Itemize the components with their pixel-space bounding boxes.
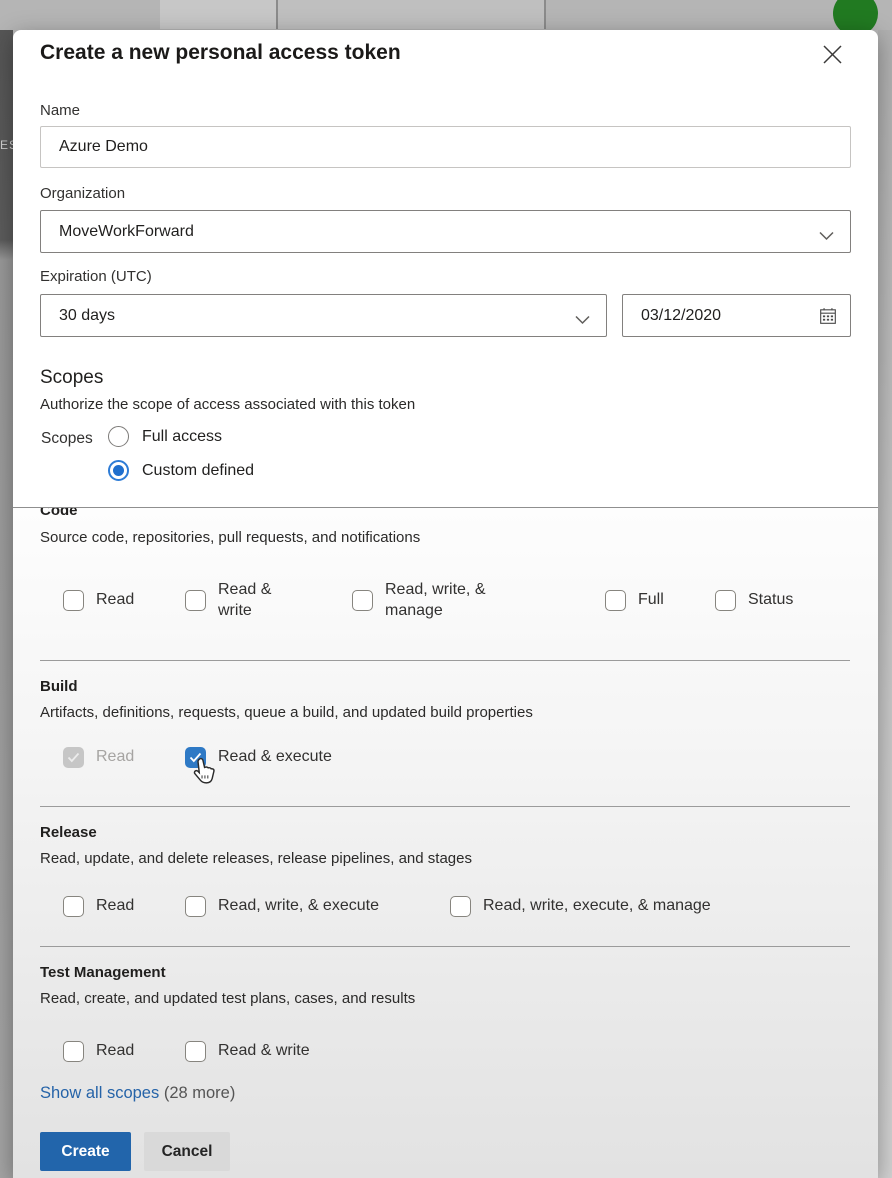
checkbox-build-read: Read xyxy=(63,747,134,768)
section-title-test-management: Test Management xyxy=(40,964,166,981)
background-field xyxy=(160,0,278,29)
checkbox-code-full[interactable]: Full xyxy=(605,590,664,611)
checkbox-build-read-execute[interactable]: Read & execute xyxy=(185,747,332,768)
section-title-release: Release xyxy=(40,824,97,841)
release-checkbox-row: Read Read, write, & execute Read, write,… xyxy=(13,896,878,926)
chevron-down-icon xyxy=(819,228,834,246)
close-button[interactable] xyxy=(812,38,852,74)
background-page-right xyxy=(878,30,892,1178)
checkbox-test-read-write[interactable]: Read & write xyxy=(185,1041,310,1062)
organization-value: MoveWorkForward xyxy=(59,223,194,241)
checkbox-release-read-write-execute[interactable]: Read, write, & execute xyxy=(185,896,379,917)
create-pat-dialog: Create a new personal access token Name … xyxy=(13,30,878,1178)
radio-selected-icon xyxy=(108,460,129,481)
scopes-description: Authorize the scope of access associated… xyxy=(40,396,415,413)
build-checkbox-row: Read Read & execute xyxy=(13,747,878,777)
expiration-date-picker[interactable]: 03/12/2020 xyxy=(622,294,851,337)
section-divider xyxy=(40,660,850,661)
scopes-heading: Scopes xyxy=(40,367,103,389)
section-divider xyxy=(40,806,850,807)
radio-full-access[interactable]: Full access xyxy=(108,426,222,447)
background-page-left: ES xyxy=(0,30,13,1178)
checkbox-icon xyxy=(185,896,206,917)
show-all-scopes-link[interactable]: Show all scopes xyxy=(40,1084,159,1102)
dialog-title: Create a new personal access token xyxy=(40,41,401,65)
background-field xyxy=(278,0,546,29)
show-all-scopes-count: (28 more) xyxy=(164,1084,236,1102)
radio-icon xyxy=(108,426,129,447)
show-all-scopes-row: Show all scopes (28 more) xyxy=(40,1084,235,1103)
checkbox-checked-icon xyxy=(185,747,206,768)
section-desc-release: Read, update, and delete releases, relea… xyxy=(40,850,472,867)
checkbox-icon xyxy=(715,590,736,611)
checkbox-release-read[interactable]: Read xyxy=(63,896,134,917)
organization-label: Organization xyxy=(40,185,125,202)
cancel-button[interactable]: Cancel xyxy=(144,1132,230,1171)
section-title-build: Build xyxy=(40,678,78,695)
checkbox-icon xyxy=(63,896,84,917)
checkbox-icon xyxy=(63,1041,84,1062)
name-label: Name xyxy=(40,102,80,119)
section-desc-build: Artifacts, definitions, requests, queue … xyxy=(40,704,533,721)
section-desc-code: Source code, repositories, pull requests… xyxy=(40,529,420,546)
test-checkbox-row: Read Read & write xyxy=(13,1041,878,1071)
chevron-down-icon xyxy=(575,312,590,330)
checkbox-icon xyxy=(185,590,206,611)
section-divider xyxy=(40,946,850,947)
checkbox-code-read-write-manage[interactable]: Read, write, & manage xyxy=(352,580,521,622)
checkbox-checked-disabled-icon xyxy=(63,747,84,768)
checkbox-icon xyxy=(352,590,373,611)
code-checkbox-row: Read Read & write Read, write, & manage … xyxy=(13,574,878,632)
expiration-duration-dropdown[interactable]: 30 days xyxy=(40,294,607,337)
expiration-label: Expiration (UTC) xyxy=(40,268,152,285)
expiration-date-value: 03/12/2020 xyxy=(641,307,721,325)
checkbox-test-read[interactable]: Read xyxy=(63,1041,134,1062)
close-icon xyxy=(821,43,844,69)
checkbox-release-read-write-execute-manage[interactable]: Read, write, execute, & manage xyxy=(450,896,711,917)
checkbox-icon xyxy=(185,1041,206,1062)
background-clipped-text: ES xyxy=(0,138,13,152)
name-input[interactable] xyxy=(40,126,851,168)
organization-dropdown[interactable]: MoveWorkForward xyxy=(40,210,851,253)
create-button[interactable]: Create xyxy=(40,1132,131,1171)
calendar-icon xyxy=(819,307,837,330)
scopes-scroll-area[interactable]: Code Source code, repositories, pull req… xyxy=(13,507,878,1178)
background-toolbar xyxy=(0,0,892,30)
checkbox-icon xyxy=(450,896,471,917)
section-title-code: Code xyxy=(40,507,78,519)
checkbox-icon xyxy=(63,590,84,611)
checkbox-code-read-write[interactable]: Read & write xyxy=(185,580,302,622)
checkbox-code-read[interactable]: Read xyxy=(63,590,134,611)
checkbox-icon xyxy=(605,590,626,611)
radio-custom-defined[interactable]: Custom defined xyxy=(108,460,254,481)
expiration-duration-value: 30 days xyxy=(59,307,115,325)
screen: ES Create a new personal access token Na… xyxy=(0,0,892,1178)
scopes-radio-caption: Scopes xyxy=(41,430,93,448)
checkbox-code-status[interactable]: Status xyxy=(715,590,793,611)
section-desc-test-management: Read, create, and updated test plans, ca… xyxy=(40,990,415,1007)
